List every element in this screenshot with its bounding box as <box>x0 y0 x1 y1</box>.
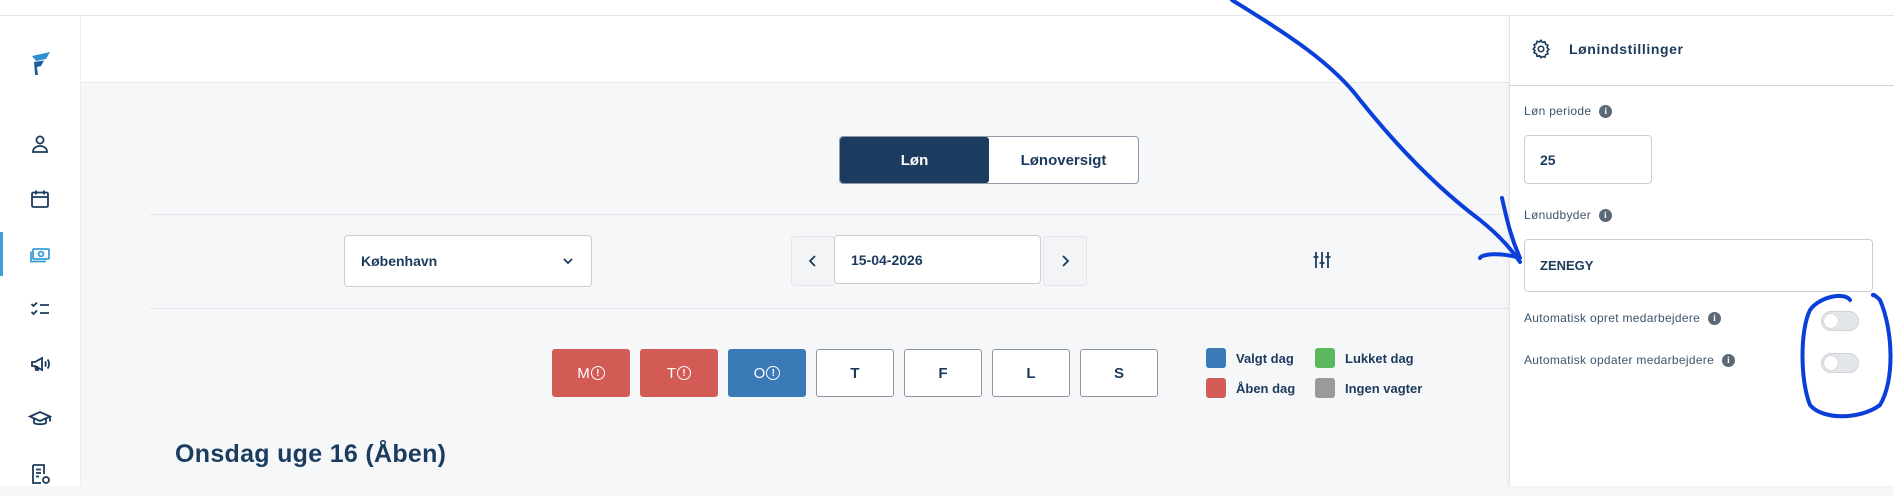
day-label: O <box>753 364 766 382</box>
checklist-icon <box>30 301 49 316</box>
sidebar-item-salary[interactable] <box>0 232 80 276</box>
day-label: T <box>666 364 677 382</box>
day-label: L <box>1026 364 1036 382</box>
day-button[interactable]: T! <box>640 349 718 397</box>
tab-lonoversigt[interactable]: Lønoversigt <box>989 137 1138 183</box>
megaphone-icon <box>31 356 50 372</box>
header-band <box>81 16 1510 83</box>
location-select[interactable]: København <box>344 235 592 287</box>
money-icon <box>30 248 50 263</box>
legend-aaben-dag: Åben dag <box>1206 378 1295 398</box>
info-icon[interactable]: i <box>1599 104 1613 118</box>
location-select-value: København <box>361 253 438 269</box>
legend-valgt-dag: Valgt dag <box>1206 348 1294 368</box>
date-field[interactable]: 15-04-2026 <box>834 235 1041 284</box>
legend-swatch <box>1315 348 1335 368</box>
day-button[interactable]: T <box>816 349 894 397</box>
day-button[interactable]: F <box>904 349 982 397</box>
chevron-left-icon <box>808 255 816 267</box>
auto-opdater-toggle[interactable] <box>1821 353 1859 373</box>
legend-label: Åben dag <box>1236 380 1296 396</box>
filter-settings-icon[interactable] <box>1310 248 1334 272</box>
tab-lon[interactable]: Løn <box>840 137 989 183</box>
udbyder-value: ZENEGY <box>1540 258 1594 273</box>
info-icon[interactable]: i <box>1599 208 1613 222</box>
graduation-cap-icon <box>28 411 52 426</box>
legend-lukket-dag: Lukket dag <box>1315 348 1414 368</box>
gear-icon <box>1532 39 1550 59</box>
legend-swatch <box>1206 378 1226 398</box>
day-button[interactable]: O! <box>728 349 806 397</box>
day-label: T <box>850 364 860 382</box>
sidebar-item-calendar[interactable] <box>0 177 80 221</box>
auto-opret-label: Automatisk opret medarbejdere i <box>1524 311 1722 325</box>
legend-label: Ingen vagter <box>1345 380 1423 396</box>
periode-label: Løn periode i <box>1524 104 1613 118</box>
chevron-down-icon <box>563 258 573 265</box>
panel-title: Lønindstillinger <box>1569 41 1684 57</box>
day-button[interactable]: S <box>1080 349 1158 397</box>
salary-settings-panel: Lønindstillinger Løn periode i 25 Lønudb… <box>1509 16 1894 486</box>
sidebar-item-announcements[interactable] <box>0 342 80 386</box>
day-label: M <box>577 364 590 382</box>
info-icon[interactable]: i <box>1722 353 1736 367</box>
sidebar-item-reports[interactable] <box>0 452 80 496</box>
app-logo[interactable] <box>24 48 56 80</box>
legend-swatch <box>1315 378 1335 398</box>
sidebar <box>0 16 81 486</box>
page-heading: Onsdag uge 16 (Åben) <box>175 440 447 468</box>
divider <box>150 214 1510 215</box>
warning-icon: ! <box>766 366 781 380</box>
legend-swatch <box>1206 348 1226 368</box>
sidebar-item-tasks[interactable] <box>0 287 80 331</box>
udbyder-label: Lønudbyder i <box>1524 208 1613 222</box>
warning-icon: ! <box>677 366 692 380</box>
legend-label: Lukket dag <box>1345 350 1414 366</box>
legend-label: Valgt dag <box>1236 350 1294 366</box>
day-label: F <box>938 364 948 382</box>
udbyder-input[interactable]: ZENEGY <box>1524 239 1873 292</box>
sidebar-item-profile[interactable] <box>0 122 80 166</box>
document-settings-icon <box>32 464 50 484</box>
panel-header: Lønindstillinger <box>1510 16 1894 86</box>
chevron-right-icon <box>1062 255 1070 267</box>
date-value: 15-04-2026 <box>851 251 923 268</box>
periode-label-text: Løn periode <box>1524 104 1592 118</box>
top-bar <box>0 0 1894 16</box>
legend-ingen-vagter: Ingen vagter <box>1315 378 1422 398</box>
auto-opdater-label: Automatisk opdater medarbejdere i <box>1524 353 1736 367</box>
user-icon <box>32 135 48 153</box>
day-label: S <box>1113 364 1124 382</box>
info-icon[interactable]: i <box>1708 311 1722 325</box>
auto-opret-toggle[interactable] <box>1821 311 1859 331</box>
next-date-button[interactable] <box>1043 236 1087 286</box>
day-button[interactable]: M! <box>552 349 630 397</box>
auto-opret-label-text: Automatisk opret medarbejdere <box>1524 311 1701 325</box>
periode-input[interactable]: 25 <box>1524 135 1652 184</box>
udbyder-label-text: Lønudbyder <box>1524 208 1592 222</box>
view-tabs: Løn Lønoversigt <box>839 136 1139 184</box>
warning-icon: ! <box>590 366 605 380</box>
divider <box>150 308 1510 309</box>
calendar-icon <box>31 190 49 208</box>
previous-date-button[interactable] <box>791 236 835 286</box>
sidebar-item-education[interactable] <box>0 397 80 441</box>
auto-opdater-label-text: Automatisk opdater medarbejdere <box>1524 353 1715 367</box>
day-button[interactable]: L <box>992 349 1070 397</box>
periode-value: 25 <box>1540 151 1556 168</box>
